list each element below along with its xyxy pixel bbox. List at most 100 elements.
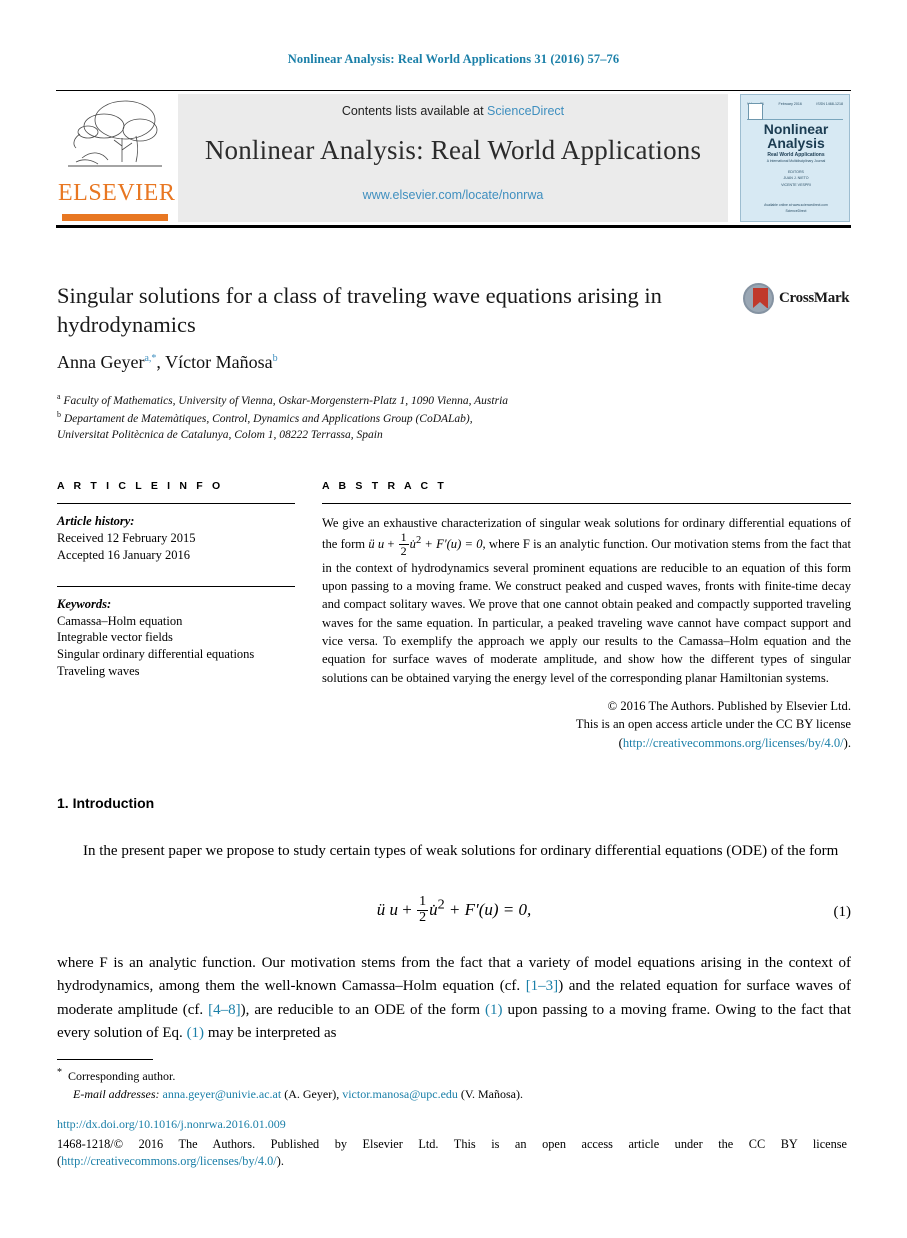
footnote-block: * Corresponding author. E-mail addresses… [57, 1065, 847, 1103]
title-block: Singular solutions for a class of travel… [57, 282, 733, 340]
authors-text: Anna Geyera,*, Víctor Mañosab [57, 352, 278, 372]
footnote-rule [57, 1059, 153, 1060]
email-link-geyer[interactable]: anna.geyer@univie.ac.at [163, 1087, 282, 1101]
abstract-inline-plus: + [384, 537, 398, 552]
cc-license-link[interactable]: http://creativecommons.org/licenses/by/4… [623, 736, 844, 750]
doi-link[interactable]: http://dx.doi.org/10.1016/j.nonrwa.2016.… [57, 1117, 286, 1132]
eq1-fraction: 12 [417, 894, 429, 925]
elsevier-logo: ELSEVIER [56, 92, 176, 225]
affiliation-b-text: Departament de Matemàtiques, Control, Dy… [63, 412, 473, 425]
abstract-copyright: © 2016 The Authors. Published by Elsevie… [322, 697, 851, 752]
intro-p2-c: ), are reducible to an ODE of the form [240, 1001, 485, 1018]
email-link-manosa[interactable]: victor.manosa@upc.edu [342, 1087, 458, 1101]
eq1-frac-den: 2 [419, 909, 427, 925]
crossmark-notch [753, 302, 767, 308]
cc-license-link-bottom[interactable]: http://creativecommons.org/licenses/by/4… [61, 1154, 277, 1168]
cover-title-line2: Analysis [767, 135, 825, 152]
journal-article-page: Nonlinear Analysis: Real World Applicati… [0, 0, 907, 1238]
masthead-bottom-rule [56, 225, 851, 228]
article-history-group: Article history: Received 12 February 20… [57, 513, 295, 564]
keywords-group: Keywords: Camassa–Holm equation Integrab… [57, 596, 295, 680]
eq1-frac-num: 1 [417, 894, 429, 911]
crossmark-badge[interactable]: CrossMark [743, 283, 850, 315]
cover-title: Nonlinear Analysis [741, 121, 849, 152]
crossmark-circle-icon [743, 283, 774, 314]
running-head: Nonlinear Analysis: Real World Applicati… [287, 52, 620, 66]
equation-1-number: (1) [833, 904, 852, 920]
abstract-heading: A B S T R A C T [322, 480, 447, 492]
keyword-item: Integrable vector fields [57, 630, 173, 645]
page-title: Singular solutions for a class of travel… [57, 283, 662, 337]
sciencedirect-link[interactable]: ScienceDirect [487, 104, 564, 118]
intro-paragraph-2: where F is an analytic function. Our mot… [57, 952, 851, 1045]
article-info-column: A R T I C L E I N F O Article history: R… [57, 480, 295, 680]
article-info-heading: A R T I C L E I N F O [57, 480, 224, 492]
abstract-inline-fraction: 12 [398, 530, 409, 558]
copyright-line-1: © 2016 The Authors. Published by Elsevie… [607, 699, 851, 714]
abstract-frac-num: 1 [398, 530, 409, 545]
intro-paragraph-1-text: In the present paper we propose to study… [83, 843, 839, 859]
citation-link-1[interactable]: [1–3] [526, 978, 559, 994]
issn-line-b: ). [276, 1154, 284, 1169]
author-list: Anna Geyera,*, Víctor Mañosab [57, 352, 757, 373]
cover-subtitle: Real World Applications [767, 152, 825, 158]
abstract-part-2: , where F is an analytic function. Our m… [322, 537, 851, 685]
copyright-line-2: This is an open access article under the… [575, 717, 851, 732]
eq1-lhs-a: ü u [376, 900, 398, 920]
affiliation-b: b Departament de Matemàtiques, Control, … [57, 410, 473, 425]
journal-cover-thumbnail[interactable]: Volume 31 February 2016 ISSN 1468-1218 N… [740, 94, 850, 222]
affiliation-a-text: Faculty of Mathematics, University of Vi… [63, 394, 509, 407]
cover-subtitle-2: A International Multidisciplinary Journa… [766, 159, 826, 163]
elsevier-tree-icon [62, 96, 168, 176]
elsevier-orange-bar [62, 214, 168, 221]
keyword-item: Camassa–Holm equation [57, 613, 183, 628]
article-accepted-date: Accepted 16 January 2016 [57, 547, 190, 562]
article-received-date: Received 12 February 2015 [57, 530, 196, 545]
affiliation-b-cont: Universitat Politècnica de Catalunya, Co… [57, 427, 757, 443]
eq1-lhs-b: u̇ [429, 900, 438, 920]
cover-issn: ISSN 1468-1218 [816, 102, 843, 106]
keywords-label: Keywords: [57, 596, 112, 611]
citation-link-2[interactable]: [4–8] [208, 1002, 241, 1018]
cover-elsevier-icon [748, 103, 763, 120]
masthead-center-panel: Contents lists available at ScienceDirec… [178, 94, 728, 222]
equation-1-body: ü u + 1 2 u̇2 + F′(u) = 0, [376, 894, 532, 926]
email-name-geyer: (A. Geyer), [281, 1087, 343, 1101]
elsevier-wordmark: ELSEVIER [58, 180, 176, 206]
abstract-inline-eq-rest: + F′(u) = 0 [421, 537, 483, 552]
equation-ref-link-2[interactable]: (1) [187, 1025, 205, 1041]
journal-homepage-link[interactable]: www.elsevier.com/locate/nonrwa [178, 188, 728, 202]
eq1-plus: + [402, 900, 412, 920]
article-history-label: Article history: [57, 514, 135, 528]
journal-title: Nonlinear Analysis: Real World Applicati… [204, 135, 702, 165]
email-name-manosa: (V. Mañosa). [457, 1087, 523, 1101]
crossmark-label: CrossMark [779, 290, 850, 306]
email-label: E-mail addresses: [73, 1087, 160, 1101]
cover-footer: Available online at www.sciencedirect.co… [764, 203, 828, 214]
abstract-frac-den: 2 [400, 543, 407, 558]
display-equation-1: ü u + 1 2 u̇2 + F′(u) = 0, (1) [57, 894, 852, 926]
corresponding-author-text: Corresponding author. [68, 1069, 176, 1083]
eq1-sup: 2 [437, 896, 445, 913]
keyword-item: Traveling waves [57, 664, 140, 679]
contents-available-line: Contents lists available at ScienceDirec… [178, 104, 728, 118]
keyword-item: Singular ordinary differential equations [57, 647, 255, 662]
section-heading-introduction: 1. Introduction [57, 795, 155, 811]
copyright-line-3: (http://creativecommons.org/licenses/by/… [618, 735, 851, 750]
article-info-rule-1 [57, 503, 295, 504]
cover-title-line1: Nonlinear [763, 121, 829, 137]
abstract-text: We give an exhaustive characterization o… [322, 514, 851, 687]
article-info-rule-2 [57, 585, 295, 587]
eq1-rest: + F′(u) = 0, [448, 900, 532, 920]
abstract-column: A B S T R A C T We give an exhaustive ch… [322, 480, 851, 752]
affiliation-list: a Faculty of Mathematics, University of … [57, 391, 757, 444]
equation-ref-link-1[interactable]: (1) [485, 1002, 503, 1018]
cover-editors: EDITORS JUAN J. NIETO VICENTE VESPRI [781, 170, 811, 187]
masthead-top-rule [56, 90, 851, 91]
abstract-rule [322, 503, 851, 504]
affiliation-a: a Faculty of Mathematics, University of … [57, 392, 509, 407]
issn-copyright-note: 1468-1218/© 2016 The Authors. Published … [57, 1136, 847, 1171]
intro-p2-e: may be interpreted as [204, 1024, 337, 1041]
contents-prefix: Contents lists available at [341, 104, 488, 118]
intro-paragraph-1: In the present paper we propose to study… [57, 840, 851, 863]
